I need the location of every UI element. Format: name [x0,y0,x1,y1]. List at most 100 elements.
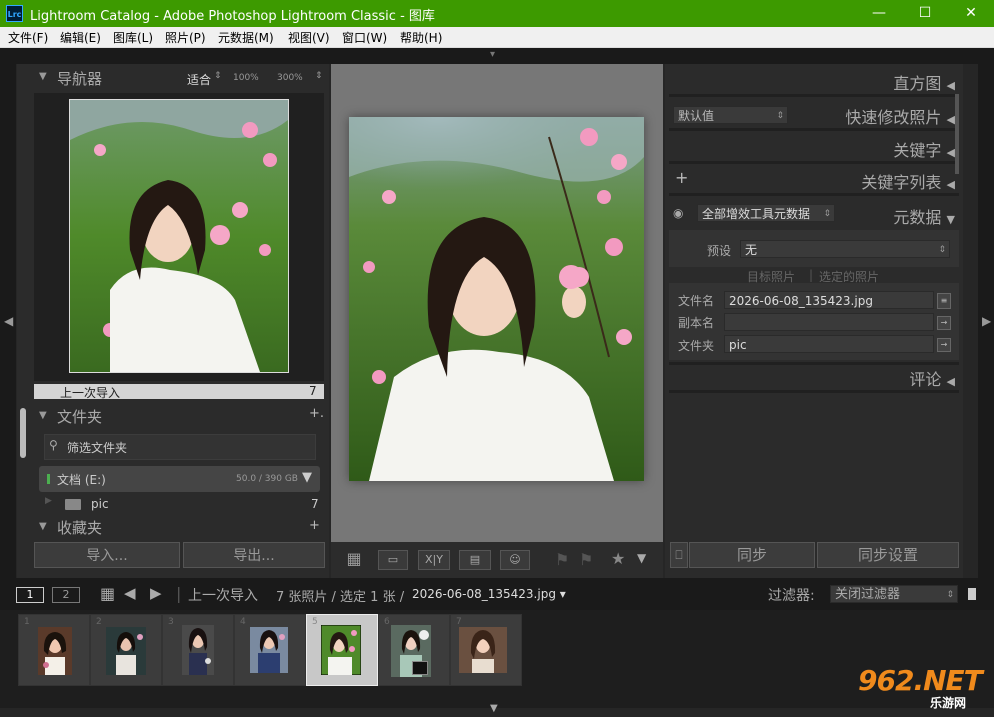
target-photo-tab[interactable]: 目标照片 [747,268,795,285]
filmstrip-cell[interactable]: 4 [234,614,306,686]
add-collection-button[interactable]: + [309,519,320,533]
menu-file[interactable]: 文件(F) [8,29,48,46]
collections-title: 收藏夹 [57,519,103,535]
maximize-button[interactable]: ☐ [902,0,948,27]
star-rating-icon[interactable]: ★ [611,549,625,568]
filmstrip-filename[interactable]: 2026-06-08_135423.jpg ▾ [412,587,566,601]
filmstrip-summary: 7 张照片 / 选定 1 张 / [276,590,405,605]
menu-library[interactable]: 图库(L) [113,29,153,46]
metadata-set-select[interactable]: 全部增效工具元数据 ⇕ [697,204,835,222]
close-button[interactable]: ✕ [948,0,994,27]
arrow-right-icon[interactable]: → [937,338,951,352]
watermark-text: 962.NET [858,664,983,697]
folder-icon [65,499,81,510]
collapse-triangle-icon[interactable]: ▼ [39,71,47,82]
navigator-preview[interactable] [34,93,324,381]
copy-name-field[interactable] [724,313,934,331]
menu-window[interactable]: 窗口(W) [342,29,387,46]
left-panel-scrollbar[interactable] [20,408,26,458]
compare-view-icon[interactable]: X|Y [418,550,450,570]
quick-develop-preset-select[interactable]: 默认值 ⇕ [673,106,788,124]
filmstrip-cell[interactable]: 2 [90,614,162,686]
zoom-stepper-icon[interactable]: ⇕ [315,71,323,81]
filmstrip-cell[interactable]: 7 [450,614,522,686]
survey-view-icon[interactable]: ▤ [459,550,491,570]
loupe-view-icon[interactable]: ▭ [378,550,408,570]
menu-edit[interactable]: 编辑(E) [60,29,101,46]
collapse-triangle-icon[interactable]: ▼ [39,521,47,532]
reject-flag-icon[interactable]: ⚑ [579,550,593,569]
toolbar-menu-icon[interactable]: ▼ [637,551,646,565]
folder-field[interactable]: pic [724,335,934,353]
minimize-button[interactable]: — [856,0,902,27]
quick-develop-title[interactable]: 快速修改照片 ◀ [845,104,955,128]
filmstrip-cell[interactable]: 1 [18,614,90,686]
left-panel-toggle[interactable]: ◀ [0,64,16,578]
menu-photo[interactable]: 照片(P) [165,29,206,46]
stack-badge-icon [412,661,428,675]
flag-icon[interactable]: ⚑ [555,550,569,569]
previous-import-row[interactable]: 上一次导入 7 [34,384,324,400]
copy-name-label: 副本名 [678,316,715,330]
metadata-title[interactable]: 元数据 ▼ [893,204,955,228]
filmstrip-cell-selected[interactable]: 5 [306,614,378,686]
sync-button[interactable]: 同步 [689,542,815,568]
filter-lock-icon[interactable] [968,588,976,600]
volume-collapse-icon[interactable]: ▼ [302,470,312,485]
folder-filter-input[interactable]: ⚲ 筛选文件夹 [44,434,316,460]
menu-view[interactable]: 视图(V) [288,29,330,46]
collapse-triangle-icon[interactable]: ▼ [39,410,47,421]
people-view-icon[interactable]: ☺ [500,550,530,570]
title-bar: Lrc Lightroom Catalog - Adobe Photoshop … [0,0,994,27]
metadata-preset-select[interactable]: 无 ⇕ [740,240,950,258]
search-icon: ⚲ [49,438,58,452]
view-toolbar: ▦ ▭ X|Y ▤ ☺ ⚑ ⚑ ★ ▼ [331,542,663,578]
keywords-title[interactable]: 关键字 ◀ [893,137,955,161]
chevron-left-icon: ◀ [4,314,14,328]
menu-metadata[interactable]: 元数据(M) [218,29,274,46]
eye-icon[interactable]: ◉ [673,206,683,220]
folder-row-pic[interactable]: ▶ pic 7 [39,492,320,516]
histogram-title[interactable]: 直方图 ◀ [893,70,955,94]
filmstrip: 1 2 3 4 5 6 7 [0,610,994,708]
sync-toggle-icon[interactable]: ⎕ [670,542,688,568]
zoom-fit[interactable]: 适合 [187,71,211,88]
arrow-right-icon[interactable]: → [937,316,951,330]
comments-title[interactable]: 评论 ◀ [909,366,955,390]
menu-help[interactable]: 帮助(H) [400,29,442,46]
right-panel-toggle[interactable]: ▶ [978,64,994,578]
grid-view-icon[interactable]: ▦ [339,550,369,570]
import-button[interactable]: 导入... [34,542,180,568]
filename-field[interactable]: 2026-06-08_135423.jpg [724,291,934,309]
filter-select[interactable]: 关闭过滤器 ⇕ [830,585,958,603]
photo-thumbnail [459,627,507,673]
volume-indicator-icon [47,474,50,484]
window-2-button[interactable]: 2 [52,587,80,603]
volume-row[interactable]: 文档 (E:) 50.0 / 390 GB ▼ [39,466,320,492]
filmstrip-toggle-icon[interactable]: ▼ [490,703,498,714]
menu-bar: 文件(F) 编辑(E) 图库(L) 照片(P) 元数据(M) 视图(V) 窗口(… [0,27,994,48]
top-panel-toggle[interactable]: ▾ [0,48,994,64]
disclosure-icon[interactable]: ▶ [45,496,52,506]
sync-settings-button[interactable]: 同步设置 [817,542,959,568]
filmstrip-cell[interactable]: 3 [162,614,234,686]
selected-photo-tab[interactable]: 选定的照片 [819,268,879,285]
zoom-300[interactable]: 300% [277,73,303,83]
rename-icon[interactable]: ≡ [937,293,951,309]
source-count: 7 [309,384,317,398]
grid-icon[interactable]: ▦ [100,584,115,603]
back-arrow-icon[interactable]: ◀ [124,584,136,602]
forward-arrow-icon[interactable]: ▶ [150,584,162,602]
add-keyword-button[interactable]: + [675,168,688,187]
filter-label: 过滤器: [768,588,815,604]
right-panel-scrollbar[interactable] [955,94,959,174]
filmstrip-source[interactable]: 上一次导入 [188,585,258,605]
export-button[interactable]: 导出... [183,542,325,568]
add-folder-button[interactable]: +. [309,406,324,421]
keyword-list-title[interactable]: 关键字列表 ◀ [861,169,955,193]
zoom-100[interactable]: 100% [233,73,259,83]
filmstrip-cell[interactable]: 6 [378,614,450,686]
main-photo [349,117,644,481]
loupe-view[interactable] [331,64,663,542]
window-1-button[interactable]: 1 [16,587,44,603]
